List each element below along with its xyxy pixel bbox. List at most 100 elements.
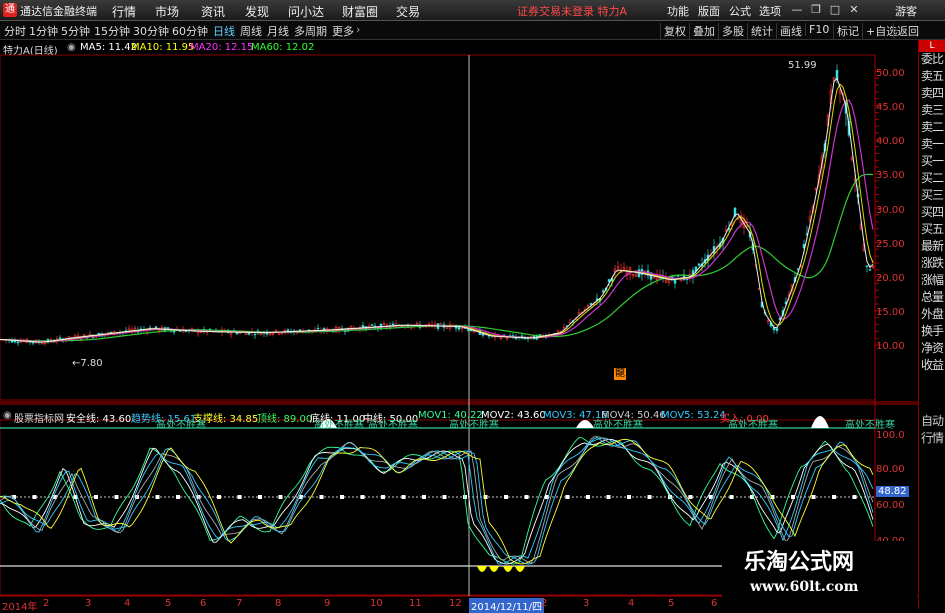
date-label: 5 bbox=[165, 598, 172, 609]
date-label: 9 bbox=[324, 598, 331, 609]
mid-marker bbox=[340, 495, 344, 499]
low-price-label: ←7.80 bbox=[72, 358, 103, 369]
candle-body bbox=[673, 279, 677, 284]
mid-marker bbox=[114, 495, 119, 499]
mid-marker bbox=[504, 495, 508, 499]
period-30min[interactable]: 30分钟 bbox=[133, 23, 169, 39]
menu-market[interactable]: 市场 bbox=[155, 3, 179, 20]
top-line-value: 顶线: 89.00 bbox=[257, 414, 313, 425]
candle-body bbox=[538, 334, 542, 336]
candle-body bbox=[865, 265, 869, 267]
date-label: 4 bbox=[124, 598, 131, 609]
candle-body bbox=[697, 263, 701, 266]
right-panel-item[interactable]: 卖五 bbox=[919, 67, 945, 84]
mid-marker bbox=[360, 495, 365, 499]
axis-label: 30.00 bbox=[876, 205, 905, 216]
tool-add-favorite[interactable]: +自选 bbox=[862, 23, 897, 39]
menu-quotes[interactable]: 行情 bbox=[112, 3, 136, 20]
tool-f10[interactable]: F10 bbox=[805, 23, 829, 36]
menu-news[interactable]: 资讯 bbox=[201, 3, 225, 20]
candle-body bbox=[370, 324, 374, 326]
candle-body bbox=[298, 329, 302, 331]
tool-adjust[interactable]: 复权 bbox=[660, 23, 686, 39]
menu-formula[interactable]: 公式 bbox=[729, 3, 751, 19]
right-panel-item[interactable]: 最新 bbox=[919, 237, 945, 254]
tool-multi-stock[interactable]: 多股 bbox=[718, 23, 744, 39]
mid-marker bbox=[606, 495, 611, 499]
mid-marker bbox=[401, 495, 406, 499]
period-1min[interactable]: 1分钟 bbox=[29, 23, 58, 39]
safe-line-value: 安全线: 43.60 bbox=[66, 414, 132, 425]
menu-layout[interactable]: 版面 bbox=[698, 3, 720, 19]
menu-options[interactable]: 选项 bbox=[759, 3, 781, 19]
minimize-icon[interactable]: — bbox=[789, 2, 805, 17]
right-panel-item[interactable]: 总量 bbox=[919, 288, 945, 305]
price-chart[interactable] bbox=[0, 40, 918, 609]
maximize-icon[interactable]: □ bbox=[827, 2, 843, 17]
app-logo-icon: 通 bbox=[3, 3, 17, 17]
menu-ask[interactable]: 问小达 bbox=[288, 3, 324, 20]
date-label: 11 bbox=[409, 598, 422, 609]
tool-draw[interactable]: 画线 bbox=[776, 23, 802, 39]
right-panel-item[interactable]: 外盘 bbox=[919, 305, 945, 322]
right-panel-item[interactable]: 净资 bbox=[919, 339, 945, 356]
mid-marker bbox=[565, 495, 570, 499]
tool-mark[interactable]: 标记 bbox=[833, 23, 859, 39]
menu-function[interactable]: 功能 bbox=[667, 3, 689, 19]
guest-login[interactable]: 游客 bbox=[895, 3, 917, 19]
candle-body bbox=[286, 329, 290, 332]
date-label: 3 bbox=[583, 598, 590, 609]
period-5min[interactable]: 5分钟 bbox=[61, 23, 90, 39]
period-weekly[interactable]: 周线 bbox=[240, 23, 262, 39]
right-panel-item[interactable]: 自动 bbox=[919, 412, 945, 429]
restore-icon[interactable]: ❐ bbox=[808, 2, 824, 17]
menu-trade[interactable]: 交易 bbox=[396, 3, 420, 20]
right-panel-item[interactable]: 行情 bbox=[919, 429, 945, 446]
right-panel-item[interactable]: 买一 bbox=[919, 152, 945, 169]
right-panel-item[interactable]: 委比 bbox=[919, 50, 945, 67]
period-more[interactable]: 更多 bbox=[332, 23, 354, 39]
date-label: 2 bbox=[541, 598, 548, 609]
mid-marker bbox=[811, 495, 816, 499]
period-60min[interactable]: 60分钟 bbox=[172, 23, 208, 39]
axis-label: 40.00 bbox=[876, 136, 905, 147]
mid-marker bbox=[32, 495, 37, 499]
dragon-marker[interactable]: 龍 bbox=[614, 368, 626, 380]
right-panel-item[interactable]: 买二 bbox=[919, 169, 945, 186]
right-panel-item[interactable]: 卖三 bbox=[919, 101, 945, 118]
right-panel-item[interactable]: 涨跌 bbox=[919, 254, 945, 271]
tool-overlay[interactable]: 叠加 bbox=[689, 23, 715, 39]
candle-body bbox=[58, 337, 62, 339]
indicator-settings-icon[interactable]: ◉ bbox=[3, 410, 12, 421]
right-panel-item[interactable]: 买五 bbox=[919, 220, 945, 237]
right-panel-item[interactable]: 卖一 bbox=[919, 135, 945, 152]
period-15min[interactable]: 15分钟 bbox=[94, 23, 130, 39]
menu-wealth[interactable]: 财富圈 bbox=[342, 3, 378, 20]
ma10-line bbox=[0, 83, 874, 343]
tool-stats[interactable]: 统计 bbox=[747, 23, 773, 39]
right-panel-item[interactable]: 卖四 bbox=[919, 84, 945, 101]
watermark-url: www.60lt.com bbox=[750, 579, 859, 595]
close-icon[interactable]: ✕ bbox=[846, 2, 862, 17]
period-timeshare[interactable]: 分时 bbox=[4, 23, 26, 39]
right-panel-item[interactable]: 换手 bbox=[919, 322, 945, 339]
right-panel-item[interactable]: 卖二 bbox=[919, 118, 945, 135]
axis-label: 15.00 bbox=[876, 307, 905, 318]
tool-back[interactable]: 返回 bbox=[893, 23, 919, 39]
period-multi[interactable]: 多周期 bbox=[294, 23, 327, 39]
right-panel-item[interactable]: 买四 bbox=[919, 203, 945, 220]
chevron-right-icon[interactable]: › bbox=[356, 23, 360, 36]
mid-marker bbox=[627, 495, 631, 499]
login-notice[interactable]: 证券交易未登录 特力A bbox=[517, 3, 627, 19]
right-panel-item[interactable]: 买三 bbox=[919, 186, 945, 203]
right-panel-item[interactable]: 收益 bbox=[919, 356, 945, 373]
menu-discover[interactable]: 发现 bbox=[245, 3, 269, 20]
mid-marker bbox=[688, 495, 693, 499]
indicator-name[interactable]: 股票指标网 bbox=[14, 410, 64, 425]
annotation: 高处不胜寒 bbox=[449, 420, 499, 431]
period-daily[interactable]: 日线 bbox=[213, 23, 235, 39]
annotation: 高处不胜寒 bbox=[593, 420, 643, 431]
right-panel-item[interactable]: 涨幅 bbox=[919, 271, 945, 288]
high-price-label: 51.99 bbox=[788, 60, 817, 71]
period-monthly[interactable]: 月线 bbox=[267, 23, 289, 39]
